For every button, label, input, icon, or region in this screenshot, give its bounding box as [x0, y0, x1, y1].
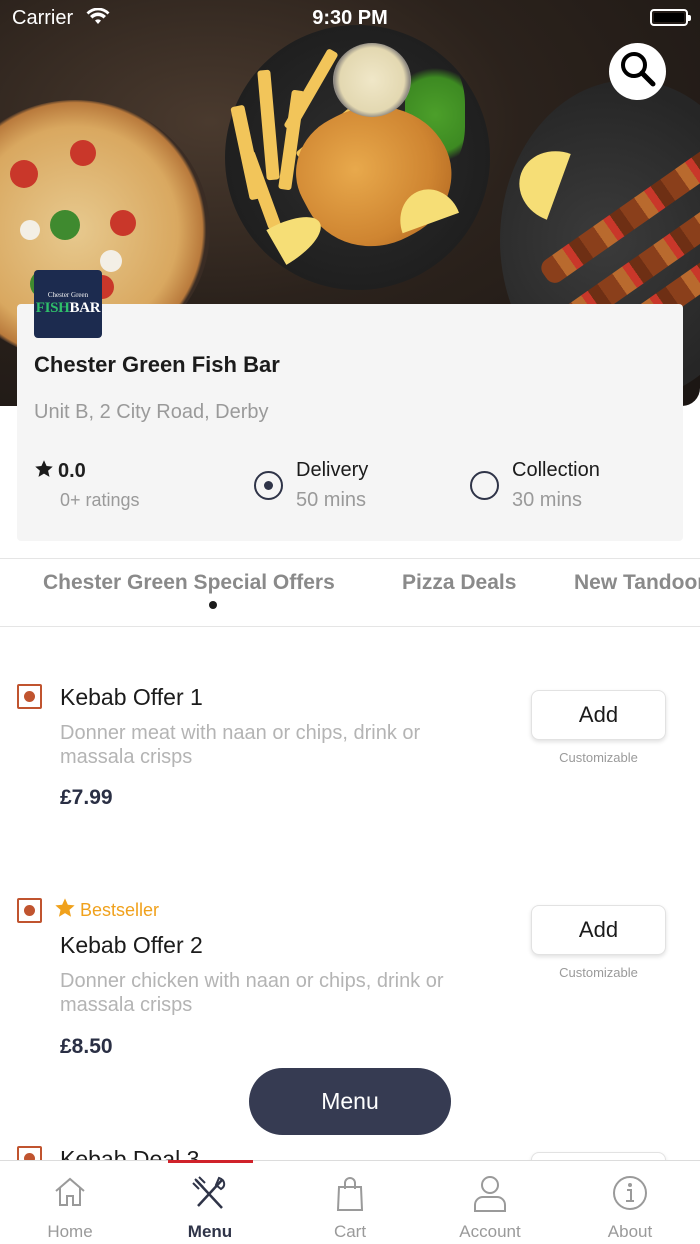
food-type-icon: [17, 684, 42, 709]
restaurant-name: Chester Green Fish Bar: [34, 352, 280, 377]
bestseller-label: Bestseller: [80, 900, 160, 920]
nav-account-label: Account: [459, 1222, 521, 1241]
nav-menu-label: Menu: [187, 1222, 233, 1241]
collection-radio[interactable]: [470, 471, 499, 500]
restaurant-logo: Chester Green FISHBAR: [34, 270, 102, 338]
add-button[interactable]: Add: [531, 905, 666, 955]
rating-value: 0.0: [58, 460, 86, 482]
customizable-label: Customizable: [559, 750, 638, 765]
food-type-icon: [17, 898, 42, 923]
delivery-radio[interactable]: [254, 471, 283, 500]
category-tabs: Chester Green Special Offers Pizza Deals…: [0, 558, 700, 627]
tab-special-offers[interactable]: Chester Green Special Offers: [43, 571, 335, 595]
collection-label: Collection: [512, 459, 600, 481]
bestseller-badge: Bestseller: [54, 897, 159, 924]
delivery-time: 50 mins: [296, 489, 367, 511]
nav-about[interactable]: About: [560, 1161, 700, 1244]
tab-new-tandoori[interactable]: New Tandoori: [574, 571, 700, 595]
restaurant-address: Unit B, 2 City Road, Derby: [34, 401, 269, 423]
star-icon: [34, 459, 54, 484]
nav-menu[interactable]: Menu: [140, 1161, 280, 1244]
nav-about-label: About: [607, 1222, 653, 1241]
nav-account[interactable]: Account: [420, 1161, 560, 1244]
menu-button[interactable]: Menu: [249, 1068, 451, 1135]
delivery-label: Delivery: [296, 459, 369, 481]
item-description: Donner chicken with naan or chips, drink…: [60, 970, 444, 1016]
item-price: £7.99: [60, 786, 113, 809]
collection-time: 30 mins: [512, 489, 583, 511]
nav-home-label: Home: [47, 1222, 93, 1241]
nav-home[interactable]: Home: [0, 1161, 140, 1244]
search-button[interactable]: [609, 43, 666, 100]
nav-cart[interactable]: Cart: [280, 1161, 420, 1244]
add-button[interactable]: Add: [531, 690, 666, 740]
battery-icon: [650, 9, 691, 26]
status-bar: Carrier 9:30 PM: [0, 0, 700, 36]
bottom-nav: Home Menu Cart Account About: [0, 1160, 700, 1244]
item-name: Kebab Offer 2: [60, 932, 203, 958]
item-price: £8.50: [60, 1035, 113, 1058]
nav-cart-label: Cart: [333, 1222, 367, 1241]
customizable-label: Customizable: [559, 965, 638, 980]
tab-pizza-deals[interactable]: Pizza Deals: [402, 571, 516, 595]
search-icon: [618, 49, 658, 94]
item-description: Donner meat with naan or chips, drink or…: [60, 722, 421, 768]
clock: 9:30 PM: [312, 7, 388, 29]
active-tab-indicator: [209, 601, 217, 609]
star-icon: [54, 897, 76, 924]
rating: 0.0: [34, 459, 86, 484]
rating-count: 0+ ratings: [60, 490, 140, 510]
active-nav-indicator: [168, 1160, 253, 1163]
item-name: Kebab Offer 1: [60, 684, 203, 710]
